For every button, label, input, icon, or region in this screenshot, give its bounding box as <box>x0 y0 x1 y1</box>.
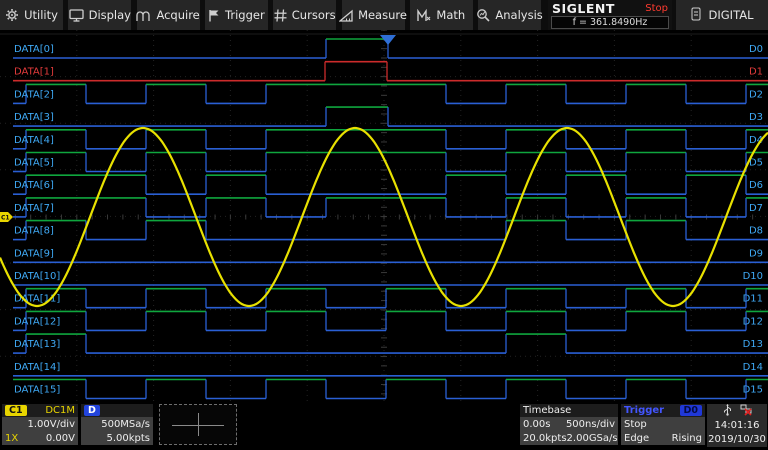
menu-item-label: Measure <box>358 8 407 22</box>
channel-label-DATA[7][interactable]: DATA[7] <box>14 203 54 214</box>
usb-icon <box>723 403 732 419</box>
channel-label-DATA[8][interactable]: DATA[8] <box>14 226 54 237</box>
c1-badge: C1 <box>5 405 27 416</box>
d-sample-rate: 500MSa/s <box>101 418 150 430</box>
trigger-type: Edge <box>624 432 650 444</box>
timebase-sample-rate: 2.00GSa/s <box>566 432 618 444</box>
menu-item-analysis[interactable]: Analysis <box>476 0 543 30</box>
math-icon <box>417 8 431 22</box>
timebase-points: 20.0kpts <box>523 432 567 444</box>
waveform-display[interactable]: DATA[0] D0 DATA[1] D1 DATA[2] D2 DATA[3] D3 DATA… <box>0 29 768 403</box>
channel-label-right-D9: D9 <box>749 248 763 259</box>
menu-item-display[interactable]: Display <box>68 0 132 30</box>
channel-label-DATA[9][interactable]: DATA[9] <box>14 248 54 259</box>
channel-label-right-D14: D14 <box>743 362 763 373</box>
trigger-status: Stop <box>624 418 647 430</box>
channel-label-right-D10: D10 <box>743 271 763 282</box>
digital-label: DIGITAL <box>708 8 754 22</box>
timebase-scale: 500ns/div <box>565 418 615 430</box>
digital-clipboard-icon <box>691 7 701 24</box>
trigger-position-marker[interactable] <box>380 35 396 45</box>
acquire-icon <box>136 9 151 22</box>
channel-label-DATA[1][interactable]: DATA[1] <box>14 67 54 78</box>
analysis-icon <box>476 8 490 22</box>
flag-icon <box>208 9 220 22</box>
channel-label-right-D11: D11 <box>743 294 763 305</box>
channel-label-DATA[2][interactable]: DATA[2] <box>14 89 54 100</box>
measure-icon <box>339 9 353 22</box>
trigger-frequency-readout: f = 361.8490Hz <box>551 16 669 29</box>
datetime-panel: 14:01:16 2019/10/30 <box>707 403 767 447</box>
menu-item-label: Display <box>88 8 131 22</box>
timebase-panel[interactable]: Timebase 0.00s 500ns/div 20.0kpts 2.00GS… <box>520 404 618 445</box>
channel-label-DATA[0][interactable]: DATA[0] <box>14 44 54 55</box>
trigger-source-badge: D0 <box>679 405 702 416</box>
menu-item-acquire[interactable]: Acquire <box>136 0 200 30</box>
channel-label-DATA[3][interactable]: DATA[3] <box>14 112 54 123</box>
menu-item-label: Analysis <box>495 8 543 22</box>
channel-label-DATA[12][interactable]: DATA[12] <box>14 316 60 327</box>
display-icon <box>68 8 84 22</box>
channel1-panel[interactable]: C1 DC1M 1.00V/div 1X 0.00V <box>2 404 78 445</box>
channel-label-right-D1: D1 <box>749 67 763 78</box>
channel-label-right-D8: D8 <box>749 226 763 237</box>
c1-probe-atten: 1X <box>5 432 19 444</box>
trigger-title: Trigger <box>624 405 665 416</box>
svg-text:C1: C1 <box>1 215 10 222</box>
menu-item-label: Trigger <box>225 8 265 22</box>
menu-item-label: Acquire <box>156 8 200 22</box>
trigger-panel[interactable]: Trigger D0 Stop Edge Rising <box>621 404 705 445</box>
channel-label-DATA[5][interactable]: DATA[5] <box>14 158 54 169</box>
siglent-logo: SIGLENT <box>552 1 615 16</box>
waveform-canvas[interactable]: DATA[0] D0 DATA[1] D1 DATA[2] D2 DATA[3] D3 DATA… <box>0 29 768 403</box>
channel-label-DATA[10][interactable]: DATA[10] <box>14 271 60 282</box>
menu-item-trigger[interactable]: Trigger <box>204 0 268 30</box>
channel-label-right-D0: D0 <box>749 44 763 55</box>
brand-block: SIGLENT Stop f = 361.8490Hz <box>548 0 672 30</box>
clock-date: 2019/10/30 <box>708 434 766 445</box>
d-badge: D <box>84 405 100 416</box>
menu-item-cursors[interactable]: Cursors <box>273 0 337 30</box>
channel-label-right-D13: D13 <box>743 339 763 350</box>
menu-item-utility[interactable]: Utility <box>0 0 63 30</box>
channel-label-right-D6: D6 <box>749 180 763 191</box>
c1-volts-per-div: 1.00V/div <box>27 418 75 430</box>
status-bar: C1 DC1M 1.00V/div 1X 0.00V D 500MSa/s 5.… <box>0 403 768 447</box>
channel-label-right-D2: D2 <box>749 89 763 100</box>
menu-item-math[interactable]: Math <box>409 0 473 30</box>
channel-label-right-D15: D15 <box>743 385 763 396</box>
d-points: 5.00kpts <box>106 432 150 444</box>
add-channel-box[interactable] <box>159 404 237 445</box>
channel-label-DATA[4][interactable]: DATA[4] <box>14 135 54 146</box>
timebase-title: Timebase <box>523 405 572 416</box>
menu-item-label: Utility <box>24 8 58 22</box>
channel-label-DATA[6][interactable]: DATA[6] <box>14 180 54 191</box>
acquisition-status: Stop <box>645 3 668 14</box>
menu-item-measure[interactable]: Measure <box>339 0 407 30</box>
c1-offset: 0.00V <box>45 432 75 444</box>
timebase-delay: 0.00s <box>523 418 551 430</box>
trigger-slope: Rising <box>671 432 702 444</box>
menu-item-digital[interactable]: DIGITAL <box>676 0 768 30</box>
menu-bar: Analysis Math Measure Cursors Trigger Acquire… <box>0 0 768 30</box>
digital-panel[interactable]: D 500MSa/s 5.00kpts <box>81 404 153 445</box>
oscilloscope-screen: Analysis Math Measure Cursors Trigger Acquire… <box>0 0 768 450</box>
channel-label-right-D12: D12 <box>743 316 763 327</box>
channel-label-DATA[13][interactable]: DATA[13] <box>14 339 60 350</box>
channel-label-DATA[15][interactable]: DATA[15] <box>14 385 60 396</box>
channel-label-right-D3: D3 <box>749 112 763 123</box>
c1-coupling: DC1M <box>45 405 75 416</box>
menu-item-label: Math <box>436 8 466 22</box>
clock-time: 14:01:16 <box>714 419 760 431</box>
lan-disconnected-icon <box>740 404 752 419</box>
channel-label-DATA[14][interactable]: DATA[14] <box>14 362 60 373</box>
channel-label-right-D7: D7 <box>749 203 763 214</box>
menu-item-label: Cursors <box>291 8 336 22</box>
gear-icon <box>5 8 19 22</box>
cursors-icon <box>274 8 287 22</box>
